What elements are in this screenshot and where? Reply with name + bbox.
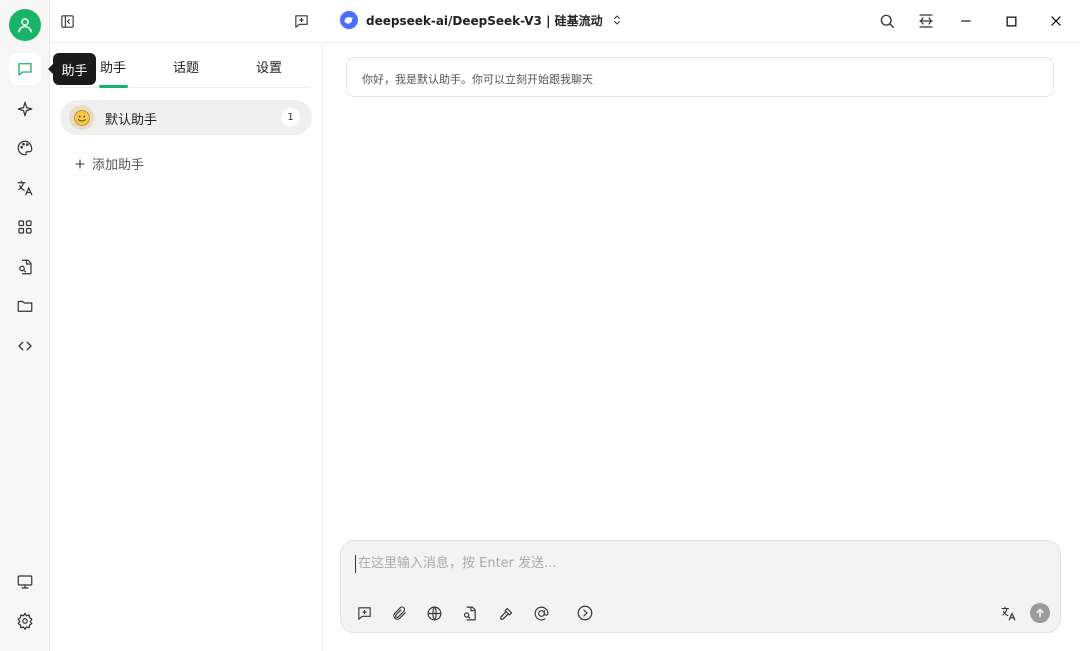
title-bar: deepseek-ai/DeepSeek-V3 | 硅基流动 [50, 0, 1080, 43]
panel-tabs: 助手 话题 设置 [60, 43, 310, 88]
document-search-icon [463, 606, 476, 620]
nav-folder[interactable] [9, 290, 41, 322]
nav-files[interactable] [9, 251, 41, 283]
smiley-avatar-icon [69, 105, 94, 130]
translate-input-button[interactable] [997, 602, 1019, 624]
translate-icon [1001, 606, 1015, 620]
topic-count-badge: 1 [281, 108, 300, 127]
message-input[interactable]: 在这里输入消息，按 Enter 发送... [355, 555, 557, 573]
plus-icon [75, 158, 85, 169]
assistant-list-item[interactable]: 默认助手 1 [60, 100, 312, 135]
nav-assistant[interactable] [9, 53, 41, 85]
folder-icon [17, 300, 33, 312]
nav-apps[interactable] [9, 211, 41, 243]
assistant-name: 默认助手 [105, 113, 158, 128]
search-button[interactable] [876, 10, 898, 32]
active-tab-indicator [99, 85, 128, 88]
model-selector[interactable]: deepseek-ai/DeepSeek-V3 | 硅基流动 [340, 11, 623, 29]
message-composer: 在这里输入消息，按 Enter 发送... [340, 540, 1061, 633]
toggle-sidebar-button[interactable] [56, 10, 78, 32]
sparkle-icon [17, 101, 33, 117]
maximize-icon [1006, 16, 1016, 26]
assistant-panel: 助手 话题 设置 默认助手 1 添加助手 [50, 43, 323, 651]
tab-settings[interactable]: 设置 [256, 57, 282, 76]
arrow-up-icon [1036, 608, 1044, 618]
new-topic-tool[interactable] [353, 602, 375, 624]
add-assistant-label: 添加助手 [92, 158, 145, 173]
close-button[interactable] [1045, 10, 1067, 32]
user-avatar[interactable] [9, 9, 41, 41]
minimize-button[interactable] [955, 10, 977, 32]
deepseek-logo-icon [340, 11, 358, 29]
new-topic-button[interactable] [290, 10, 312, 32]
nav-translate[interactable] [9, 172, 41, 204]
chevron-right-circle-icon [577, 605, 593, 621]
globe-icon [427, 606, 441, 620]
new-chat-icon [294, 14, 308, 28]
search-icon [880, 14, 895, 29]
tools-button[interactable] [495, 602, 517, 624]
new-chat-icon [357, 606, 371, 620]
nav-code[interactable] [9, 330, 41, 362]
model-name: deepseek-ai/DeepSeek-V3 | 硅基流动 [366, 13, 603, 28]
knowledge-tool[interactable] [458, 602, 480, 624]
chat-area: 你好，我是默认助手。你可以立刻开始跟我聊天 在这里输入消息，按 Enter 发送… [323, 43, 1080, 651]
nav-display[interactable] [9, 566, 41, 598]
apps-grid-icon [18, 220, 32, 234]
nav-tooltip: 助手 [48, 53, 96, 85]
chat-icon [18, 63, 32, 76]
code-icon [18, 341, 32, 351]
user-icon [18, 18, 32, 33]
translate-icon [17, 180, 33, 196]
attach-tool[interactable] [388, 602, 410, 624]
nav-agents[interactable] [9, 93, 41, 125]
monitor-icon [17, 575, 33, 589]
layout-button[interactable] [915, 10, 937, 32]
sidebar-toggle-icon [60, 14, 74, 28]
web-search-tool[interactable] [423, 602, 445, 624]
add-assistant-button[interactable]: 添加助手 [74, 154, 144, 173]
close-icon [1051, 16, 1061, 26]
document-search-icon [19, 259, 32, 275]
mention-tool[interactable] [530, 602, 552, 624]
layout-split-icon [919, 14, 933, 28]
minimize-icon [961, 20, 971, 22]
nav-paint[interactable] [9, 132, 41, 164]
expand-tools-button[interactable] [574, 602, 596, 624]
settings-gear-icon [17, 612, 33, 630]
at-sign-icon [534, 606, 548, 620]
send-button[interactable] [1030, 603, 1050, 623]
nav-settings[interactable] [9, 605, 41, 637]
chevron-up-down-icon [613, 15, 620, 25]
tab-assistants[interactable]: 助手 [100, 57, 126, 76]
assistant-greeting-message: 你好，我是默认助手。你可以立刻开始跟我聊天 [346, 57, 1054, 97]
hammer-icon [499, 607, 512, 620]
maximize-button[interactable] [1000, 10, 1022, 32]
palette-icon [17, 140, 33, 156]
left-rail [0, 0, 50, 651]
paperclip-icon [392, 606, 406, 620]
tab-topics[interactable]: 话题 [173, 57, 199, 76]
